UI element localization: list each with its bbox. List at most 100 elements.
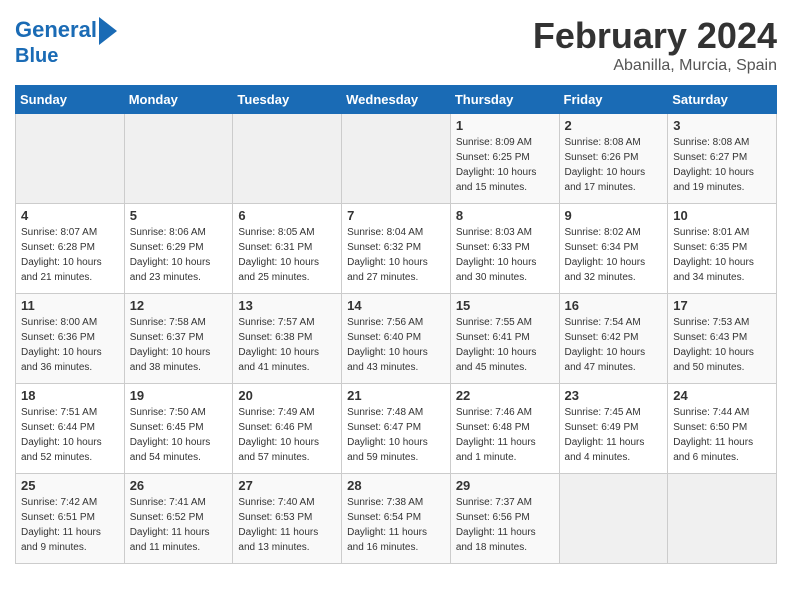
day-number: 29 bbox=[456, 478, 554, 493]
day-cell: 20Sunrise: 7:49 AM Sunset: 6:46 PM Dayli… bbox=[233, 384, 342, 474]
day-number: 14 bbox=[347, 298, 445, 313]
location-title: Abanilla, Murcia, Spain bbox=[533, 57, 777, 75]
day-info: Sunrise: 7:48 AM Sunset: 6:47 PM Dayligh… bbox=[347, 405, 445, 465]
day-info: Sunrise: 8:08 AM Sunset: 6:26 PM Dayligh… bbox=[565, 135, 663, 195]
header-cell-friday: Friday bbox=[559, 86, 668, 114]
day-number: 2 bbox=[565, 118, 663, 133]
day-number: 1 bbox=[456, 118, 554, 133]
day-info: Sunrise: 7:42 AM Sunset: 6:51 PM Dayligh… bbox=[21, 495, 119, 555]
day-cell: 16 Sunrise: 7:54 AM Sunset: 6:42 PM Dayli… bbox=[559, 294, 668, 384]
day-cell: 4 Sunrise: 8:07 AM Sunset: 6:28 PM Daylig… bbox=[16, 204, 125, 294]
day-info: Sunrise: 8:00 AM Sunset: 6:36 PM Dayligh… bbox=[21, 315, 119, 375]
day-cell bbox=[559, 474, 668, 564]
week-row-4: 18Sunrise: 7:51 AM Sunset: 6:44 PM Dayli… bbox=[16, 384, 777, 474]
day-cell: 28Sunrise: 7:38 AM Sunset: 6:54 PM Dayli… bbox=[342, 474, 451, 564]
header-cell-thursday: Thursday bbox=[450, 86, 559, 114]
day-info: Sunrise: 8:09 AM Sunset: 6:25 PM Dayligh… bbox=[456, 135, 554, 195]
week-row-3: 11 Sunrise: 8:00 AM Sunset: 6:36 PM Dayli… bbox=[16, 294, 777, 384]
day-cell: 26 Sunrise: 7:41 AM Sunset: 6:52 PM Dayli… bbox=[124, 474, 233, 564]
title-block: February 2024 Abanilla, Murcia, Spain bbox=[533, 15, 777, 75]
logo-subtext: Blue bbox=[15, 45, 58, 67]
day-info: Sunrise: 7:37 AM Sunset: 6:56 PM Dayligh… bbox=[456, 495, 554, 555]
day-cell bbox=[342, 114, 451, 204]
day-cell: 22Sunrise: 7:46 AM Sunset: 6:48 PM Dayli… bbox=[450, 384, 559, 474]
header-cell-saturday: Saturday bbox=[668, 86, 777, 114]
week-row-1: 1 Sunrise: 8:09 AM Sunset: 6:25 PM Daylig… bbox=[16, 114, 777, 204]
day-number: 24 bbox=[673, 388, 771, 403]
day-info: Sunrise: 7:57 AM Sunset: 6:38 PM Dayligh… bbox=[238, 315, 336, 375]
day-info: Sunrise: 7:54 AM Sunset: 6:42 PM Dayligh… bbox=[565, 315, 663, 375]
day-number: 9 bbox=[565, 208, 663, 223]
day-info: Sunrise: 7:55 AM Sunset: 6:41 PM Dayligh… bbox=[456, 315, 554, 375]
day-number: 5 bbox=[130, 208, 228, 223]
day-cell: 1 Sunrise: 8:09 AM Sunset: 6:25 PM Daylig… bbox=[450, 114, 559, 204]
day-number: 3 bbox=[673, 118, 771, 133]
day-info: Sunrise: 8:07 AM Sunset: 6:28 PM Dayligh… bbox=[21, 225, 119, 285]
day-cell: 12 Sunrise: 7:58 AM Sunset: 6:37 PM Dayli… bbox=[124, 294, 233, 384]
day-cell: 15 Sunrise: 7:55 AM Sunset: 6:41 PM Dayli… bbox=[450, 294, 559, 384]
day-cell: 9 Sunrise: 8:02 AM Sunset: 6:34 PM Daylig… bbox=[559, 204, 668, 294]
day-cell: 29 Sunrise: 7:37 AM Sunset: 6:56 PM Dayli… bbox=[450, 474, 559, 564]
day-number: 19 bbox=[130, 388, 228, 403]
day-cell: 7Sunrise: 8:04 AM Sunset: 6:32 PM Daylig… bbox=[342, 204, 451, 294]
day-cell: 25 Sunrise: 7:42 AM Sunset: 6:51 PM Dayli… bbox=[16, 474, 125, 564]
day-info: Sunrise: 7:56 AM Sunset: 6:40 PM Dayligh… bbox=[347, 315, 445, 375]
page-header: General Blue February 2024 Abanilla, Mur… bbox=[15, 15, 777, 75]
day-number: 16 bbox=[565, 298, 663, 313]
day-cell: 6 Sunrise: 8:05 AM Sunset: 6:31 PM Daylig… bbox=[233, 204, 342, 294]
month-title: February 2024 bbox=[533, 15, 777, 57]
day-info: Sunrise: 7:45 AM Sunset: 6:49 PM Dayligh… bbox=[565, 405, 663, 465]
day-cell: 18Sunrise: 7:51 AM Sunset: 6:44 PM Dayli… bbox=[16, 384, 125, 474]
day-info: Sunrise: 8:04 AM Sunset: 6:32 PM Dayligh… bbox=[347, 225, 445, 285]
header-cell-tuesday: Tuesday bbox=[233, 86, 342, 114]
day-number: 28 bbox=[347, 478, 445, 493]
day-info: Sunrise: 7:53 AM Sunset: 6:43 PM Dayligh… bbox=[673, 315, 771, 375]
day-info: Sunrise: 7:50 AM Sunset: 6:45 PM Dayligh… bbox=[130, 405, 228, 465]
logo: General Blue bbox=[15, 15, 117, 67]
day-number: 20 bbox=[238, 388, 336, 403]
day-cell: 8Sunrise: 8:03 AM Sunset: 6:33 PM Daylig… bbox=[450, 204, 559, 294]
day-cell: 17Sunrise: 7:53 AM Sunset: 6:43 PM Dayli… bbox=[668, 294, 777, 384]
day-cell: 10Sunrise: 8:01 AM Sunset: 6:35 PM Dayli… bbox=[668, 204, 777, 294]
calendar-header: SundayMondayTuesdayWednesdayThursdayFrid… bbox=[16, 86, 777, 114]
logo-arrow-icon bbox=[99, 17, 117, 45]
day-cell: 21Sunrise: 7:48 AM Sunset: 6:47 PM Dayli… bbox=[342, 384, 451, 474]
day-number: 12 bbox=[130, 298, 228, 313]
week-row-2: 4 Sunrise: 8:07 AM Sunset: 6:28 PM Daylig… bbox=[16, 204, 777, 294]
day-number: 25 bbox=[21, 478, 119, 493]
day-number: 8 bbox=[456, 208, 554, 223]
header-row: SundayMondayTuesdayWednesdayThursdayFrid… bbox=[16, 86, 777, 114]
day-number: 13 bbox=[238, 298, 336, 313]
calendar-table: SundayMondayTuesdayWednesdayThursdayFrid… bbox=[15, 85, 777, 564]
day-number: 4 bbox=[21, 208, 119, 223]
header-cell-sunday: Sunday bbox=[16, 86, 125, 114]
day-cell bbox=[16, 114, 125, 204]
day-cell: 27Sunrise: 7:40 AM Sunset: 6:53 PM Dayli… bbox=[233, 474, 342, 564]
day-info: Sunrise: 7:51 AM Sunset: 6:44 PM Dayligh… bbox=[21, 405, 119, 465]
day-cell: 2 Sunrise: 8:08 AM Sunset: 6:26 PM Daylig… bbox=[559, 114, 668, 204]
day-info: Sunrise: 8:08 AM Sunset: 6:27 PM Dayligh… bbox=[673, 135, 771, 195]
day-info: Sunrise: 8:06 AM Sunset: 6:29 PM Dayligh… bbox=[130, 225, 228, 285]
day-info: Sunrise: 8:02 AM Sunset: 6:34 PM Dayligh… bbox=[565, 225, 663, 285]
day-cell bbox=[668, 474, 777, 564]
day-number: 11 bbox=[21, 298, 119, 313]
day-info: Sunrise: 8:01 AM Sunset: 6:35 PM Dayligh… bbox=[673, 225, 771, 285]
day-number: 26 bbox=[130, 478, 228, 493]
calendar-body: 1 Sunrise: 8:09 AM Sunset: 6:25 PM Daylig… bbox=[16, 114, 777, 564]
day-number: 6 bbox=[238, 208, 336, 223]
day-cell: 23Sunrise: 7:45 AM Sunset: 6:49 PM Dayli… bbox=[559, 384, 668, 474]
day-cell bbox=[233, 114, 342, 204]
day-cell: 3 Sunrise: 8:08 AM Sunset: 6:27 PM Daylig… bbox=[668, 114, 777, 204]
day-cell: 14 Sunrise: 7:56 AM Sunset: 6:40 PM Dayli… bbox=[342, 294, 451, 384]
day-number: 15 bbox=[456, 298, 554, 313]
day-cell: 5 Sunrise: 8:06 AM Sunset: 6:29 PM Daylig… bbox=[124, 204, 233, 294]
day-info: Sunrise: 7:41 AM Sunset: 6:52 PM Dayligh… bbox=[130, 495, 228, 555]
day-info: Sunrise: 7:58 AM Sunset: 6:37 PM Dayligh… bbox=[130, 315, 228, 375]
header-cell-wednesday: Wednesday bbox=[342, 86, 451, 114]
day-cell bbox=[124, 114, 233, 204]
day-info: Sunrise: 7:44 AM Sunset: 6:50 PM Dayligh… bbox=[673, 405, 771, 465]
day-info: Sunrise: 8:05 AM Sunset: 6:31 PM Dayligh… bbox=[238, 225, 336, 285]
day-cell: 13 Sunrise: 7:57 AM Sunset: 6:38 PM Dayli… bbox=[233, 294, 342, 384]
day-cell: 19 Sunrise: 7:50 AM Sunset: 6:45 PM Dayli… bbox=[124, 384, 233, 474]
day-number: 22 bbox=[456, 388, 554, 403]
